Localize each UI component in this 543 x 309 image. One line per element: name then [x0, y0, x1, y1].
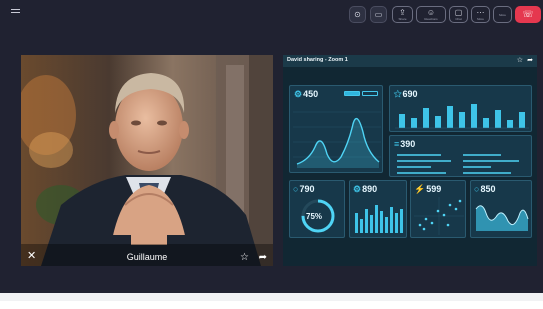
star-icon[interactable]: ☆ [517, 56, 523, 64]
reactions-button[interactable]: ☺ Reactions [416, 6, 446, 23]
more-icon: ⋯ [476, 7, 485, 17]
share-title: David sharing - Zoom 1 [287, 57, 348, 63]
participant-name: Guillaume [126, 252, 168, 262]
stat-690: ✩690 [394, 89, 418, 99]
column-chart [355, 205, 403, 233]
area-chart [475, 205, 529, 231]
camera-button[interactable]: ▭ [370, 6, 387, 23]
stat-790: ○790 [293, 184, 315, 194]
participant-video-tile[interactable]: ✕ Guillaume ☆ ➦ [21, 55, 273, 266]
list-icon: ≡ [394, 139, 400, 149]
people-button-label: More [499, 12, 506, 17]
share-arrow-icon[interactable]: ➦ [259, 252, 267, 263]
share-arrow-icon[interactable]: ➦ [527, 56, 533, 64]
star-icon: ✩ [394, 89, 402, 99]
reactions-button-label: Reactions [424, 16, 438, 21]
more-button[interactable]: ⋯ More [471, 6, 490, 23]
hamburger-menu-icon[interactable] [11, 9, 20, 15]
dashboard-card-790: ○790 75% [289, 180, 345, 238]
phone-hangup-icon: ☏ [522, 9, 534, 19]
circle-icon: ○ [293, 184, 299, 194]
shield-button[interactable]: ⊙ [349, 6, 366, 23]
participant-video-image [21, 55, 273, 266]
share-button-label: Share [398, 16, 407, 21]
scatter-chart [414, 197, 464, 235]
dashboard-card-599: ⚡599 [410, 180, 466, 238]
gear-icon: ⚙ [353, 184, 362, 194]
dashboard-card-850: ○850 [470, 180, 532, 238]
toggle-pill-1 [344, 91, 360, 96]
leave-call-button[interactable]: ☏ [515, 6, 541, 23]
dashboard-card-690: ✩690 [389, 85, 532, 132]
line-chart [293, 111, 381, 168]
stat-450: ⚙450 [294, 89, 319, 99]
share-header: David sharing - Zoom 1 ☆ ➦ [283, 55, 537, 67]
dashboard-card-390: ≡390 [389, 135, 532, 177]
stat-599: ⚡599 [414, 184, 442, 194]
stat-850: ○850 [474, 184, 496, 194]
toggle-pill-2 [362, 91, 378, 96]
screen-share-tile[interactable]: David sharing - Zoom 1 ☆ ➦ ⚙450 ✩690 ≡39… [283, 55, 537, 266]
camera-icon: ▭ [374, 9, 383, 19]
stat-890: ⚙890 [353, 184, 378, 194]
share-screen-icon: ⇪ [399, 7, 406, 17]
chat-icon: ▢ [454, 7, 463, 17]
more-button-label: More [477, 16, 484, 21]
progress-list [397, 154, 519, 174]
chat-button-label: Chat [455, 16, 462, 21]
smiley-icon: ☺ [426, 7, 436, 17]
star-icon[interactable]: ☆ [240, 252, 249, 263]
video-call-window: ⊙ ▭ ⇪ Share ☺ Reactions ▢ Chat ⋯ More Mo… [0, 0, 543, 301]
circle-icon: ○ [474, 184, 480, 194]
people-button[interactable]: More [493, 6, 512, 23]
gear-icon: ⚙ [294, 89, 303, 99]
donut-value: 75% [306, 212, 323, 221]
stat-390: ≡390 [394, 139, 416, 149]
chat-button[interactable]: ▢ Chat [449, 6, 468, 23]
dashboard-card-890: ⚙890 [349, 180, 407, 238]
bar-chart [395, 104, 529, 129]
flash-icon: ⚡ [414, 184, 426, 194]
shield-icon: ⊙ [354, 9, 361, 19]
share-button[interactable]: ⇪ Share [392, 6, 413, 23]
dashboard-card-450: ⚙450 [289, 85, 383, 173]
